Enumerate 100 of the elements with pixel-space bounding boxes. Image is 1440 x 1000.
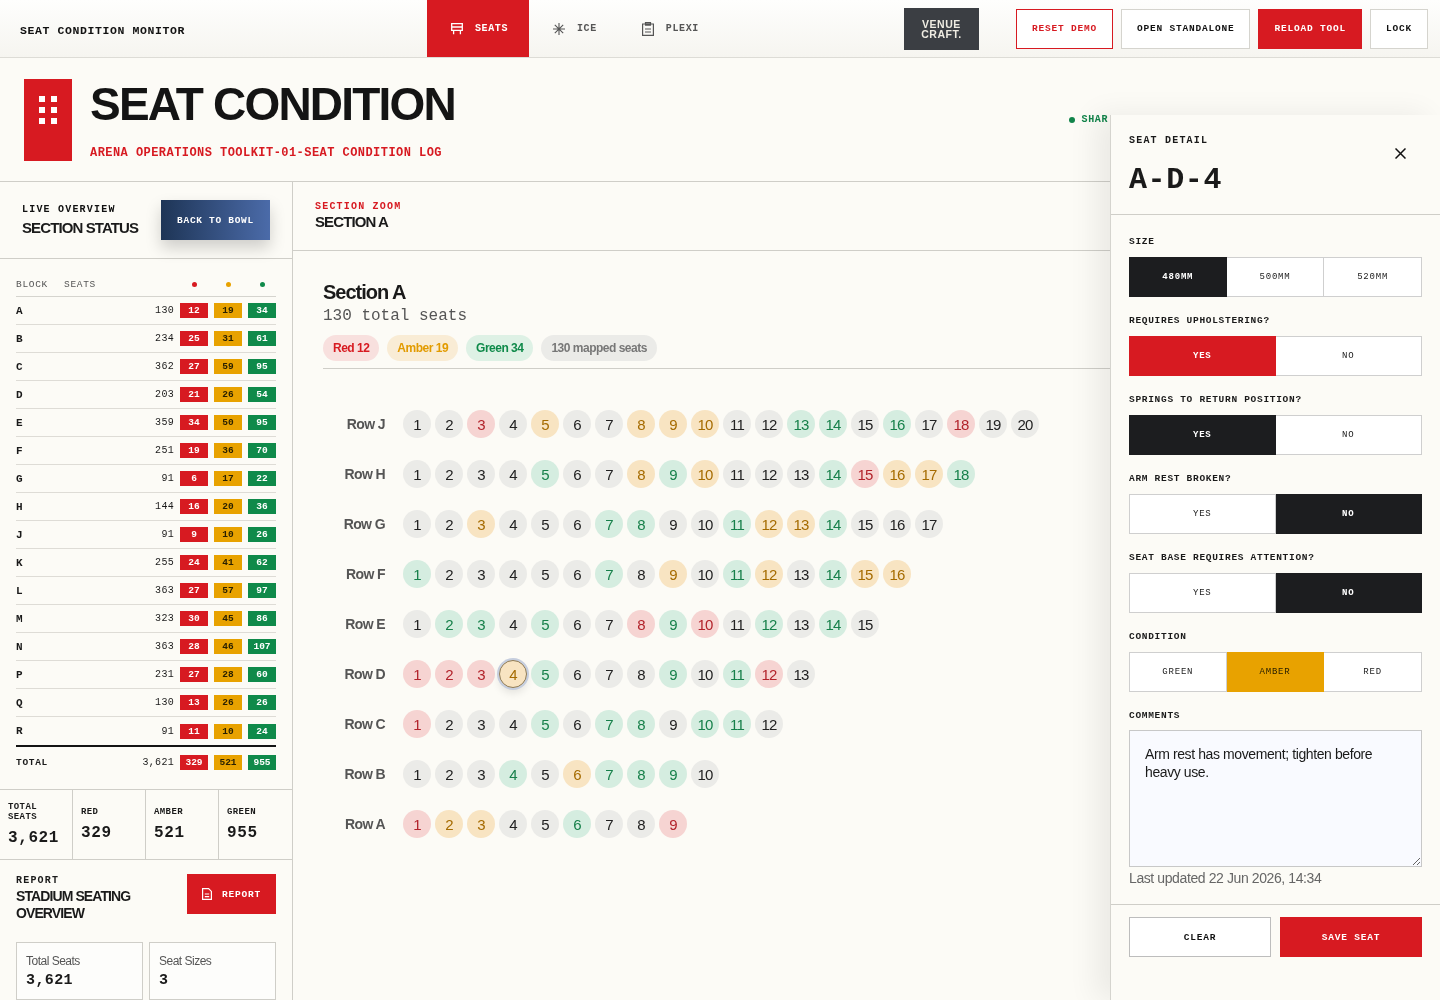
seat-button[interactable]: 7 xyxy=(595,760,623,788)
seat-button[interactable]: 11 xyxy=(723,610,751,638)
seat-button[interactable]: 1 xyxy=(403,510,431,538)
option-button[interactable]: NO xyxy=(1275,573,1422,613)
seat-button[interactable]: 12 xyxy=(755,460,783,488)
seat-button[interactable]: 15 xyxy=(851,610,879,638)
option-button[interactable]: YES xyxy=(1129,573,1276,613)
lock-button[interactable]: LOCK xyxy=(1370,8,1428,49)
seat-button[interactable]: 4 xyxy=(499,410,527,438)
nav-tab[interactable]: PLEXI xyxy=(617,0,720,57)
option-button[interactable]: 500MM xyxy=(1226,257,1325,297)
seat-button[interactable]: 7 xyxy=(595,560,623,588)
seat-button[interactable]: 10 xyxy=(691,710,719,738)
seat-button[interactable]: 5 xyxy=(531,460,559,488)
seat-button[interactable]: 12 xyxy=(755,410,783,438)
seat-button[interactable]: 5 xyxy=(531,710,559,738)
seat-button[interactable]: 7 xyxy=(595,610,623,638)
seat-button[interactable]: 3 xyxy=(467,610,495,638)
report-button[interactable]: REPORT xyxy=(187,874,276,914)
seat-button[interactable]: 18 xyxy=(947,460,975,488)
seat-button[interactable]: 5 xyxy=(531,410,559,438)
back-to-bowl-button[interactable]: BACK TO BOWL xyxy=(161,200,270,240)
seat-button[interactable]: 2 xyxy=(435,460,463,488)
seat-button[interactable]: 16 xyxy=(883,560,911,588)
seat-button[interactable]: 12 xyxy=(755,710,783,738)
seat-button[interactable]: 11 xyxy=(723,510,751,538)
seat-button[interactable]: 9 xyxy=(659,810,687,838)
seat-button[interactable]: 4 xyxy=(499,510,527,538)
seat-button[interactable]: 12 xyxy=(755,510,783,538)
seat-button[interactable]: 2 xyxy=(435,610,463,638)
seat-button[interactable]: 9 xyxy=(659,660,687,688)
seat-button[interactable]: 3 xyxy=(467,660,495,688)
seat-button[interactable]: 3 xyxy=(467,460,495,488)
open-standalone-button[interactable]: OPEN STANDALONE xyxy=(1120,8,1251,49)
seat-button[interactable]: 6 xyxy=(563,510,591,538)
option-button[interactable]: 480MM xyxy=(1129,257,1227,297)
seat-button[interactable]: 3 xyxy=(467,810,495,838)
seat-button[interactable]: 1 xyxy=(403,560,431,588)
option-button[interactable]: AMBER xyxy=(1226,652,1325,692)
seat-button[interactable]: 6 xyxy=(563,610,591,638)
seat-button[interactable]: 11 xyxy=(723,460,751,488)
seat-button[interactable]: 2 xyxy=(435,510,463,538)
seat-button[interactable]: 1 xyxy=(403,460,431,488)
seat-button[interactable]: 12 xyxy=(755,660,783,688)
seat-button[interactable]: 8 xyxy=(627,510,655,538)
seat-button[interactable]: 2 xyxy=(435,410,463,438)
save-seat-button[interactable]: SAVE SEAT xyxy=(1280,917,1422,957)
seat-button[interactable]: 14 xyxy=(819,460,847,488)
seat-button[interactable]: 11 xyxy=(723,560,751,588)
seat-button[interactable]: 9 xyxy=(659,760,687,788)
seat-button[interactable]: 3 xyxy=(467,760,495,788)
seat-button[interactable]: 5 xyxy=(531,560,559,588)
seat-button[interactable]: 7 xyxy=(595,660,623,688)
seat-button[interactable]: 14 xyxy=(819,510,847,538)
seat-button[interactable]: 6 xyxy=(563,410,591,438)
seat-button[interactable]: 5 xyxy=(531,760,559,788)
close-button[interactable] xyxy=(1395,148,1406,159)
seat-button[interactable]: 13 xyxy=(787,460,815,488)
seat-button[interactable]: 10 xyxy=(691,660,719,688)
seat-button[interactable]: 4 xyxy=(499,460,527,488)
seat-button[interactable]: 2 xyxy=(435,660,463,688)
seat-button[interactable]: 5 xyxy=(531,660,559,688)
seat-button[interactable]: 6 xyxy=(563,710,591,738)
seat-button[interactable]: 6 xyxy=(563,660,591,688)
seat-button[interactable]: 14 xyxy=(819,610,847,638)
option-button[interactable]: YES xyxy=(1129,415,1276,455)
seat-button[interactable]: 10 xyxy=(691,510,719,538)
seat-button[interactable]: 4 xyxy=(499,660,527,688)
seat-button[interactable]: 10 xyxy=(691,560,719,588)
seat-button[interactable]: 16 xyxy=(883,460,911,488)
seat-button[interactable]: 13 xyxy=(787,660,815,688)
seat-button[interactable]: 8 xyxy=(627,760,655,788)
seat-button[interactable]: 8 xyxy=(627,660,655,688)
seat-button[interactable]: 6 xyxy=(563,560,591,588)
seat-button[interactable]: 3 xyxy=(467,410,495,438)
option-button[interactable]: NO xyxy=(1275,494,1422,534)
seat-button[interactable]: 1 xyxy=(403,610,431,638)
seat-button[interactable]: 9 xyxy=(659,460,687,488)
seat-button[interactable]: 10 xyxy=(691,610,719,638)
seat-button[interactable]: 18 xyxy=(947,410,975,438)
seat-button[interactable]: 14 xyxy=(819,560,847,588)
seat-button[interactable]: 9 xyxy=(659,410,687,438)
seat-button[interactable]: 13 xyxy=(787,610,815,638)
option-button[interactable]: NO xyxy=(1275,415,1422,455)
seat-button[interactable]: 8 xyxy=(627,810,655,838)
seat-button[interactable]: 13 xyxy=(787,410,815,438)
seat-button[interactable]: 10 xyxy=(691,410,719,438)
seat-button[interactable]: 11 xyxy=(723,410,751,438)
seat-button[interactable]: 8 xyxy=(627,460,655,488)
seat-button[interactable]: 9 xyxy=(659,560,687,588)
seat-button[interactable]: 3 xyxy=(467,560,495,588)
seat-button[interactable]: 11 xyxy=(723,710,751,738)
seat-button[interactable]: 9 xyxy=(659,610,687,638)
seat-button[interactable]: 10 xyxy=(691,460,719,488)
seat-button[interactable]: 8 xyxy=(627,410,655,438)
seat-button[interactable]: 15 xyxy=(851,510,879,538)
seat-button[interactable]: 3 xyxy=(467,710,495,738)
seat-button[interactable]: 17 xyxy=(915,460,943,488)
seat-button[interactable]: 4 xyxy=(499,710,527,738)
seat-button[interactable]: 15 xyxy=(851,460,879,488)
